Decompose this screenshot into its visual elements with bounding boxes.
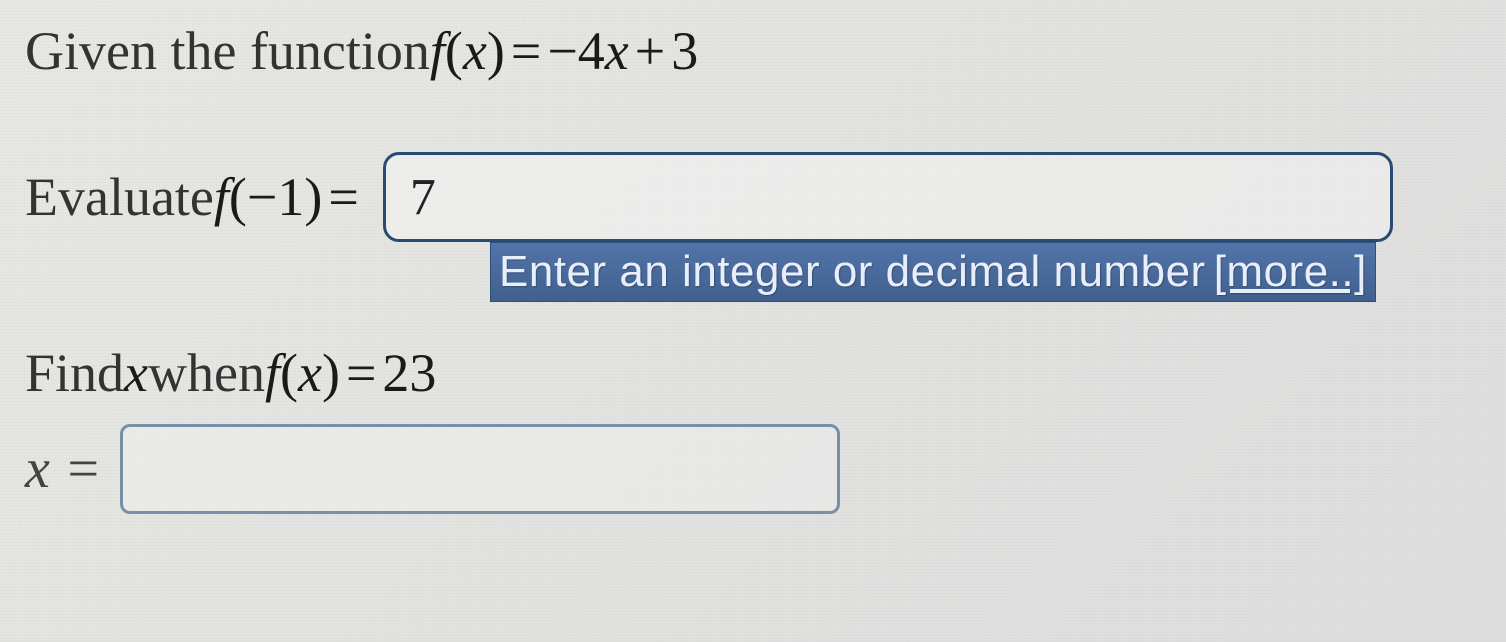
x-equals-label: x = <box>25 437 102 501</box>
evaluate-expression: f(−1)= <box>214 166 365 228</box>
hint-row: Enter an integer or decimal number [more… <box>25 242 1481 302</box>
intro-text: Given the function <box>25 20 430 82</box>
answer-input-1[interactable] <box>383 152 1393 242</box>
hint-more-link[interactable]: [more..] <box>1214 247 1367 297</box>
question-2-row: Find x when f(x)=23 <box>25 342 1481 404</box>
function-definition: f(x)=−4x+3 <box>430 20 698 82</box>
when-text: when <box>148 342 265 404</box>
question-1-row: Evaluate f(−1)= <box>25 152 1481 242</box>
answer-input-2[interactable] <box>120 424 840 514</box>
find-var: x <box>124 342 148 404</box>
find-condition: f(x)=23 <box>265 342 436 404</box>
problem-statement: Given the function f(x)=−4x+3 <box>25 20 1481 82</box>
input-hint-bar: Enter an integer or decimal number [more… <box>490 242 1376 302</box>
question-2-answer-row: x = <box>25 424 1481 514</box>
evaluate-label: Evaluate <box>25 166 214 228</box>
hint-text: Enter an integer or decimal number <box>499 247 1206 297</box>
find-label: Find <box>25 342 124 404</box>
